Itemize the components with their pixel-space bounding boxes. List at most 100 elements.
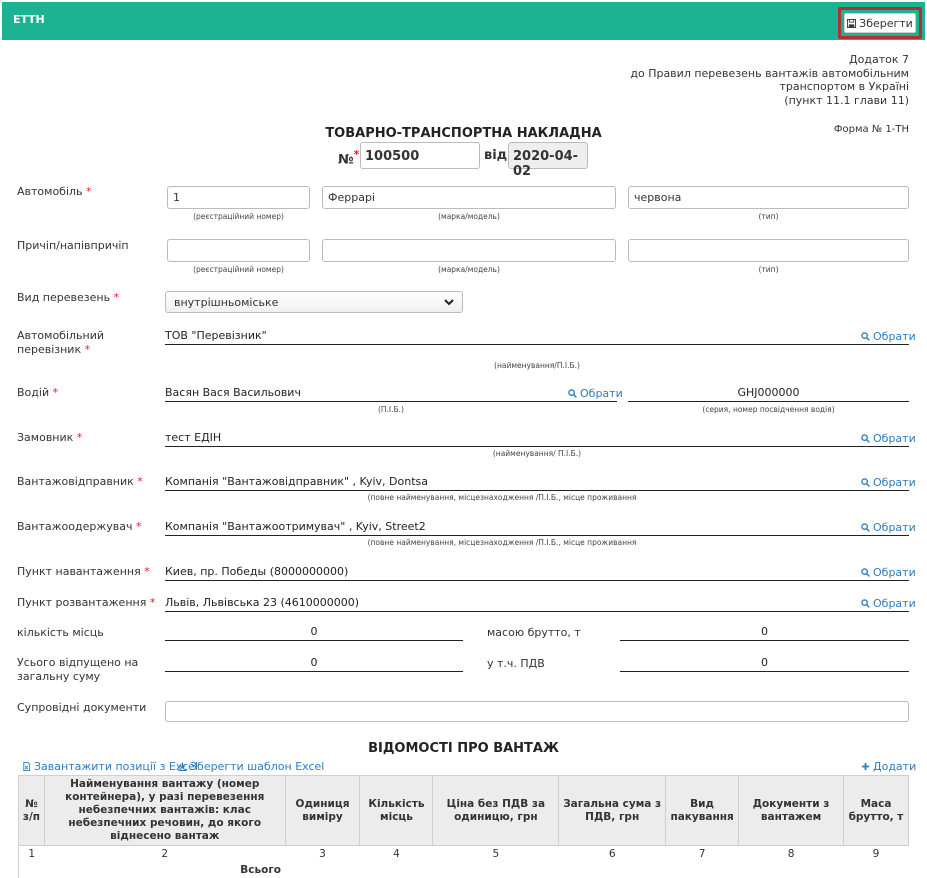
trailer-reg-hint: (реєстраційний номер) [193,265,284,274]
total-label: Всього [240,863,282,876]
search-icon [861,599,870,608]
select-link-label: Обрати [873,597,916,610]
app-title: ЕТТН [13,13,45,26]
select-link-label: Обрати [873,432,916,445]
gross-field[interactable]: 0 [620,625,909,641]
column-number: 4 [393,847,400,860]
column-header: Одиниця виміру [284,775,361,846]
driver-label-text: Водій [17,386,50,399]
goods-table-header: № з/п Найменування вантажу (номер контей… [18,775,910,846]
select-link-label: Обрати [873,330,916,343]
column-header: Документи з вантажем [738,775,844,846]
save-button-label: Зберегти [859,16,913,30]
column-number: 2 [161,847,169,860]
document-date-input[interactable]: 2020-04-02 [508,142,588,179]
column-number: 5 [492,847,500,860]
upload-excel-link[interactable]: Завантажити позиції з Excel [22,760,198,773]
vehicle-label: Автомобіль * [17,185,92,199]
total-row-spacer [18,861,45,878]
loading-point-select-link[interactable]: Обрати [861,566,916,579]
save-button-highlight: Зберегти [838,7,922,39]
unloading-point-field[interactable]: Львів, Львівська 23 (4610000000) [165,596,909,612]
column-number: 1 [18,845,45,862]
shipper-label: Вантажовідправник * [17,475,143,489]
consignee-select-link[interactable]: Обрати [861,521,916,534]
document-title: ТОВАРНО-ТРАНСПОРТНА НАКЛАДНА [325,126,602,141]
save-button[interactable]: Зберегти [844,13,916,33]
loading-point-label: Пункт навантаження * [17,565,150,579]
column-number: 9 [872,847,880,860]
column-header: Ціна без ПДВ за одиницю, грн [432,775,560,846]
consignee-hint: (повне найменування, місцезнаходження /П… [367,538,637,547]
docs-input[interactable] [165,701,909,722]
carrier-field[interactable]: ТОВ "Перевізник" [165,329,909,345]
chevron-down-icon [444,299,454,306]
vat-label: у т.ч. ПДВ [487,657,545,670]
search-icon [568,389,577,398]
column-header: Вид пакування [665,775,740,846]
required-mark: * [86,185,92,198]
search-icon [861,434,870,443]
vehicle-type-input[interactable]: червона [628,186,909,209]
carrier-label-text: Автомобільний перевізник [17,329,105,356]
form-number: Форма № 1-ТН [833,124,909,135]
column-number: 7 [698,847,706,860]
plus-icon [861,762,870,771]
add-goods-link[interactable]: Додати [861,760,916,773]
unloading-point-label: Пункт розвантаження * [17,596,155,610]
transport-kind-label: Вид перевезень * [17,291,119,305]
loading-point-field[interactable]: Киев, пр. Победы (8000000000) [165,565,909,581]
trailer-label: Причіп/напівпричіп [17,239,129,252]
column-header: Загальна сума з ПДВ, грн [558,775,667,846]
note-line: Додаток 7 [849,53,909,66]
trailer-type-input[interactable] [628,239,909,262]
column-number: 8 [787,847,795,860]
carrier-select-link[interactable]: Обрати [861,330,916,343]
shipper-label-text: Вантажовідправник [17,475,134,488]
customer-label: Замовник * [17,431,82,445]
transport-kind-label-text: Вид перевезень [17,291,111,304]
carrier-hint: (найменування/П.І.Б.) [494,361,580,370]
file-excel-icon [23,762,31,771]
trailer-reg-input[interactable] [167,239,310,262]
required-mark: * [76,431,83,444]
vehicle-brand-input[interactable]: Феррарі [322,186,616,209]
column-numbers-row: 1 2 3 4 5 6 7 8 9 [18,845,909,862]
select-link-label: Обрати [873,476,916,489]
required-mark: * [113,291,120,304]
sum-field[interactable]: 0 [165,656,463,672]
goods-table: № з/п Найменування вантажу (номер контей… [18,775,910,878]
shipper-hint: (повне найменування, місцезнаходження /П… [367,493,637,502]
column-number: 6 [608,847,616,860]
vehicle-reg-input[interactable]: 1 [167,186,310,209]
customer-field[interactable]: тест ЕДІН [165,431,909,447]
shipper-select-link[interactable]: Обрати [861,476,916,489]
required-mark: * [84,343,91,356]
select-link-label: Обрати [873,521,916,534]
vehicle-label-text: Автомобіль [17,185,83,198]
unloading-point-select-link[interactable]: Обрати [861,597,916,610]
vehicle-brand-hint: (марка/модель) [438,212,500,221]
gross-label: масою брутто, т [487,626,581,639]
places-label: кількість місць [17,626,104,639]
shipper-field[interactable]: Компанія "Вантажовідправник" , Kyiv, Don… [165,475,909,491]
column-header: № з/п [18,775,45,846]
document-number-input[interactable]: 100500 [360,142,480,169]
note-line: (пункт 11.1 глави 11) [784,93,909,107]
total-row-empty [285,862,908,878]
places-field[interactable]: 0 [165,625,463,641]
driver-select-link[interactable]: Обрати [568,387,623,400]
driver-license-field[interactable]: GHJ000000 [628,386,909,402]
consignee-field[interactable]: Компанія "Вантажоотримувач" , Kyiv, Stre… [165,520,909,536]
floppy-disk-icon [847,18,857,28]
save-template-link[interactable]: Зберегти шаблон Excel [178,760,324,773]
driver-field[interactable]: Васян Вася Васильович [165,386,617,402]
customer-hint: (найменування/ П.І.Б.) [492,449,582,458]
transport-kind-select[interactable]: внутрішньоміське [165,291,463,313]
driver-hint: (П.І.Б.) [377,405,404,414]
search-icon [861,568,870,577]
customer-select-link[interactable]: Обрати [861,432,916,445]
trailer-brand-input[interactable] [322,239,616,262]
upload-excel-label: Завантажити позиції з Excel [34,760,198,773]
vat-field[interactable]: 0 [620,656,909,672]
